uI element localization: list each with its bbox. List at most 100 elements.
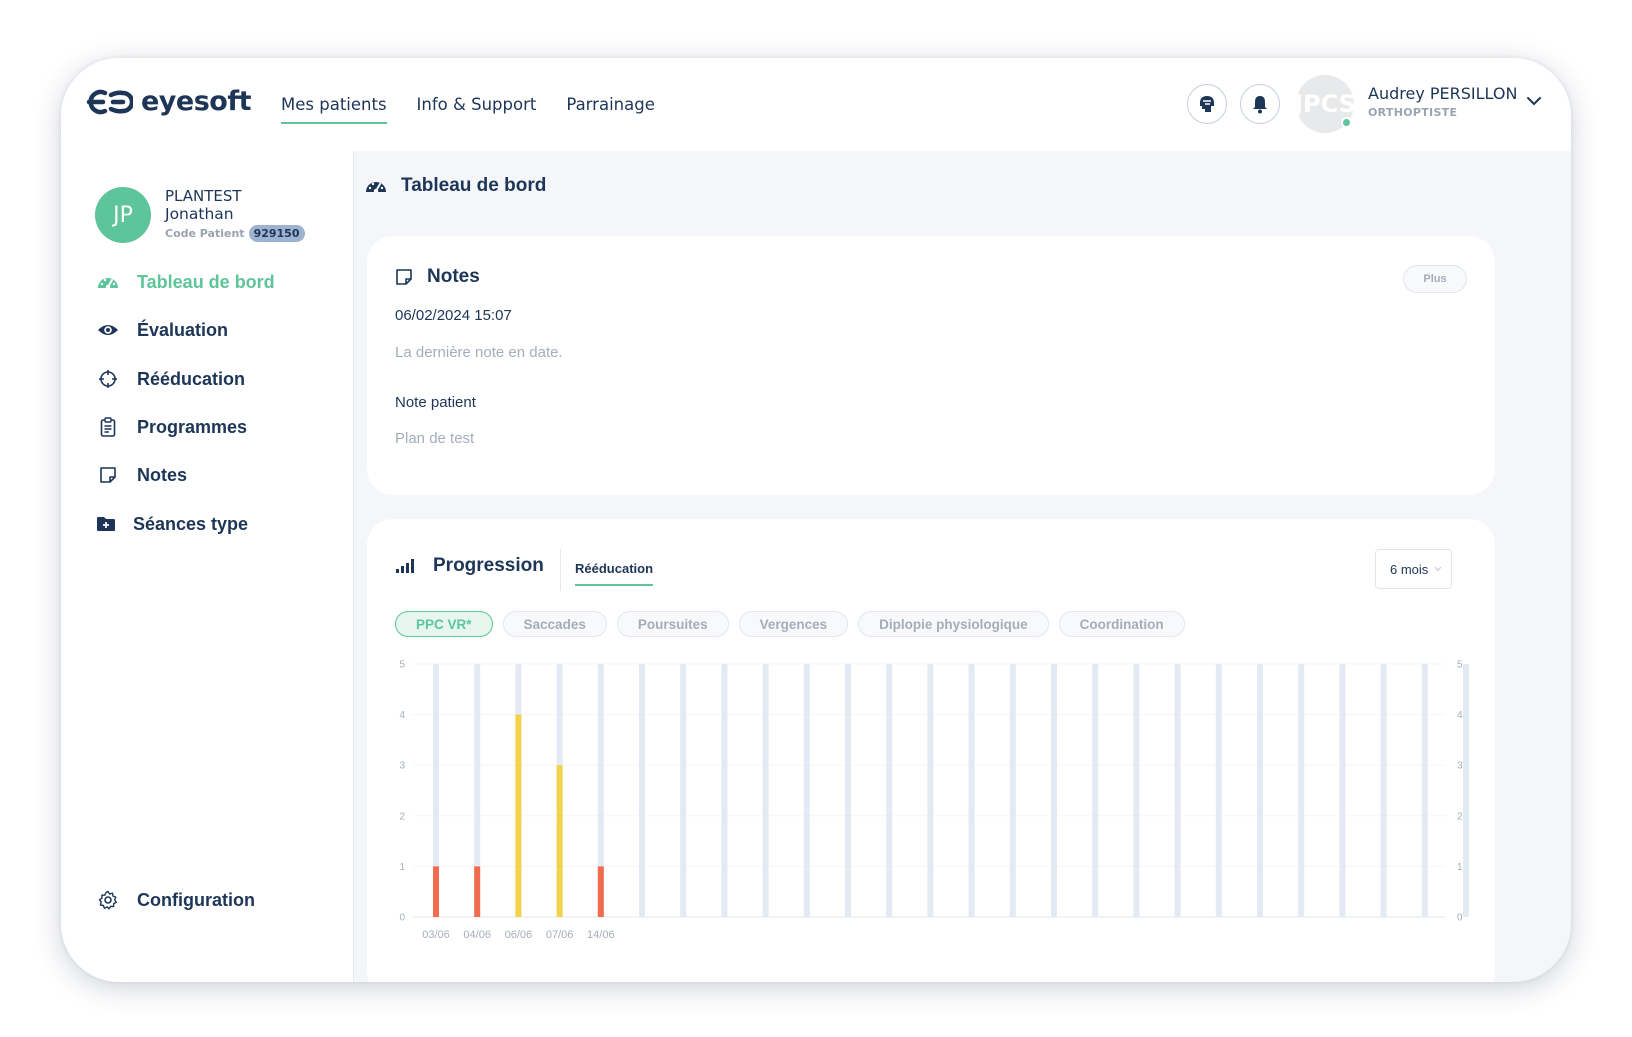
notes-card-title: Notes — [395, 266, 480, 288]
y-tick-label-right: 2 — [1457, 811, 1463, 822]
notes-card-title-text: Notes — [427, 266, 480, 287]
bar-track — [1463, 664, 1469, 917]
period-select[interactable]: 6 mois — [1375, 549, 1452, 589]
y-tick-label-left: 2 — [399, 811, 405, 822]
bar-track — [721, 664, 728, 917]
progression-bar-chart: 0 0 1 1 2 2 3 3 4 4 5 5 03/06 04/06 06/06 07/06 14/06 — [399, 660, 1469, 941]
page-title-text: Tableau de bord — [401, 175, 547, 196]
top-bar: eyesoft Mes patients Info & Support Parr… — [61, 58, 1571, 151]
bar-track — [968, 664, 975, 917]
filter-chip-coordination[interactable]: Coordination — [1058, 611, 1185, 637]
sticky-note-icon — [97, 464, 119, 486]
logo-text: eyesoft — [141, 86, 252, 117]
bar — [474, 866, 481, 917]
filter-chip-diplopie-physiologique[interactable]: Diplopie physiologique — [858, 611, 1049, 637]
bar-track — [1174, 664, 1181, 917]
y-tick-label-left: 4 — [399, 710, 405, 721]
tab-reeducation[interactable]: Rééducation — [575, 561, 654, 586]
sidebar-item-tableau-de-bord[interactable]: Tableau de bord — [97, 271, 275, 293]
sidebar-item-reeducation[interactable]: Rééducation — [97, 368, 245, 390]
sidebar-item-label: Programmes — [137, 416, 248, 437]
bar-track — [1339, 664, 1346, 917]
sidebar-item-label: Séances type — [133, 513, 249, 534]
x-tick-label: 03/06 — [422, 929, 450, 941]
page-title: Tableau de bord — [365, 175, 546, 197]
brain-head-button[interactable] — [1187, 84, 1227, 124]
eye-icon — [97, 319, 119, 341]
online-status-dot — [1341, 117, 1352, 128]
bar-track — [886, 664, 893, 917]
filter-chip-poursuites[interactable]: Poursuites — [616, 611, 729, 637]
y-tick-label-right: 3 — [1457, 761, 1463, 772]
bar-track — [845, 664, 851, 917]
y-tick-label-left: 3 — [399, 761, 405, 772]
sidebar-item-notes[interactable]: Notes — [97, 464, 187, 486]
bar-track — [1092, 664, 1099, 917]
filter-chips: PPC VR* Saccades Poursuites Vergences Di… — [395, 611, 1185, 637]
bar — [433, 866, 439, 917]
app-window: eyesoft Mes patients Info & Support Parr… — [61, 58, 1571, 982]
sidebar-item-label: Notes — [137, 464, 188, 485]
notifications-button[interactable] — [1240, 84, 1280, 124]
notes-more-button[interactable]: Plus — [1403, 265, 1467, 293]
y-tick-label-right: 1 — [1457, 862, 1463, 873]
bar-track — [1380, 664, 1387, 917]
period-select-value: 6 mois — [1390, 561, 1429, 577]
sidebar-item-label: Configuration — [137, 889, 255, 910]
progression-card: Progression Rééducation 6 mois PPC VR* S… — [367, 519, 1495, 982]
sidebar-item-programmes[interactable]: Programmes — [97, 416, 247, 438]
clipboard-icon — [97, 416, 119, 438]
bar-track — [680, 664, 687, 917]
sidebar-item-label: Tableau de bord — [137, 271, 275, 292]
bar-track — [803, 664, 810, 917]
bar-track — [762, 664, 769, 917]
sidebar-item-label: Évaluation — [137, 319, 229, 340]
nav-mes-patients[interactable]: Mes patients — [281, 58, 387, 151]
bar — [597, 866, 604, 917]
chevron-down-icon[interactable] — [1526, 96, 1542, 106]
sidebar: JP PLANTEST Jonathan Code Patient 929150… — [61, 151, 354, 982]
sidebar-item-label: Rééducation — [137, 368, 246, 389]
bar — [515, 714, 522, 917]
bar-track — [1051, 664, 1057, 917]
y-tick-label-left: 0 — [399, 913, 405, 924]
gauge-icon — [366, 182, 386, 194]
patient-code-label: Code Patient — [165, 227, 245, 240]
sidebar-item-seances-type[interactable]: Séances type — [95, 513, 248, 535]
bar-track — [1133, 664, 1140, 917]
sidebar-item-configuration[interactable]: Configuration — [97, 889, 255, 911]
caret-down-icon — [1434, 566, 1442, 572]
progression-card-title-text: Progression — [433, 555, 544, 576]
x-tick-label: 07/06 — [546, 929, 574, 941]
bar-track — [639, 664, 645, 917]
y-tick-label-right: 4 — [1457, 710, 1463, 721]
gauge-icon — [97, 271, 119, 293]
bell-icon — [1253, 96, 1267, 114]
logo[interactable]: eyesoft — [83, 86, 252, 117]
patient-first-name: Jonathan — [165, 205, 234, 223]
sidebar-item-evaluation[interactable]: Évaluation — [97, 319, 228, 341]
nav-info-support[interactable]: Info & Support — [417, 58, 537, 151]
filter-chip-ppc-vr[interactable]: PPC VR* — [395, 611, 493, 637]
bar-track — [1257, 664, 1263, 917]
signal-bars-icon — [396, 559, 414, 573]
x-tick-label: 14/06 — [587, 929, 615, 941]
user-name[interactable]: Audrey PERSILLON — [1368, 84, 1517, 103]
bar-track — [1009, 664, 1016, 917]
filter-chip-vergences[interactable]: Vergences — [738, 611, 849, 637]
y-tick-label-left: 5 — [399, 660, 405, 671]
notes-field-label: Note patient — [395, 394, 476, 411]
x-tick-label: 06/06 — [505, 929, 533, 941]
sticky-note-icon — [396, 269, 412, 285]
progression-card-title: Progression — [395, 555, 544, 577]
filter-chip-saccades[interactable]: Saccades — [502, 611, 607, 637]
y-tick-label-right: 5 — [1457, 660, 1463, 671]
divider — [560, 549, 561, 591]
patient-code-badge: 929150 — [248, 225, 305, 242]
nav-parrainage[interactable]: Parrainage — [566, 58, 655, 151]
bar — [556, 765, 563, 917]
notes-date: 06/02/2024 15:07 — [395, 307, 512, 324]
user-role: ORTHOPTISTE — [1368, 106, 1458, 119]
bar-track — [1298, 664, 1305, 917]
gear-icon — [97, 889, 119, 911]
